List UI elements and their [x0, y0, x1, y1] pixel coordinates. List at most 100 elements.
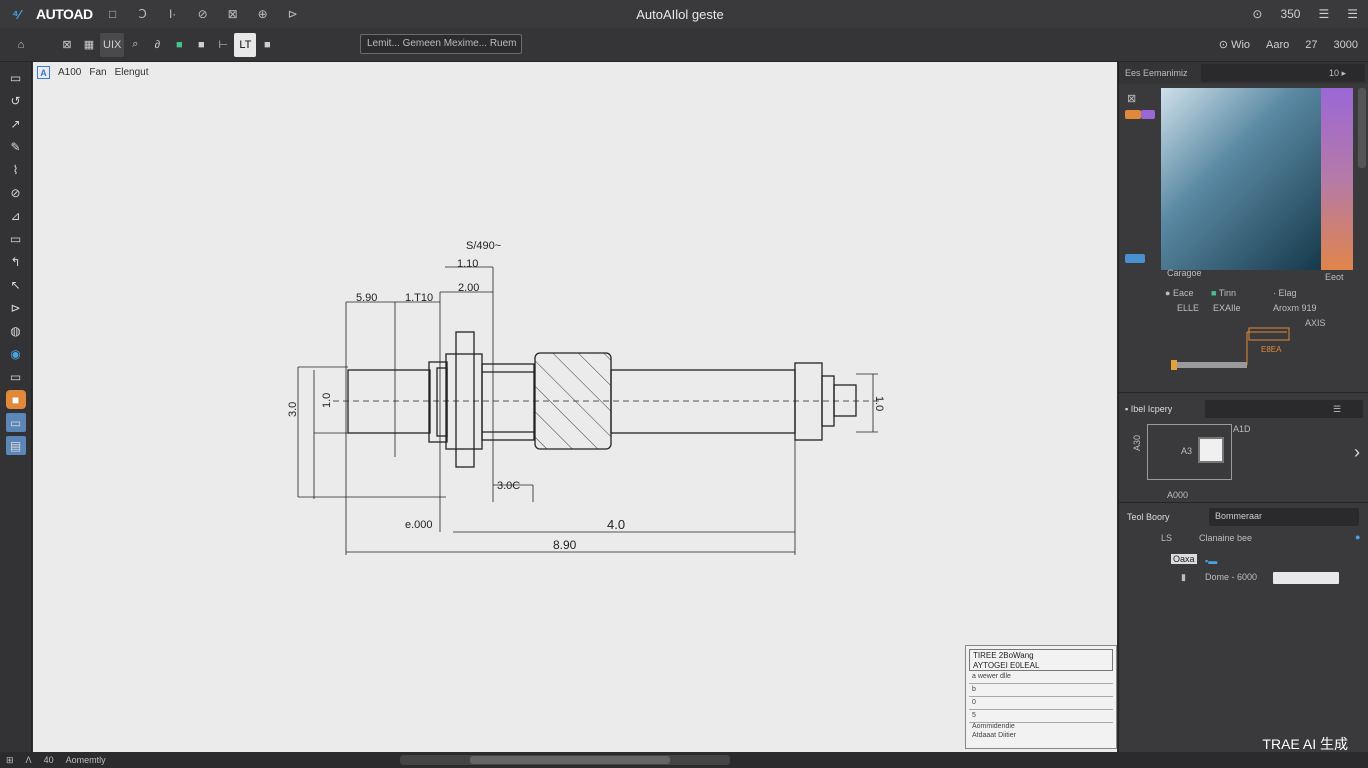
- dimension-tool-button[interactable]: ⊢: [212, 33, 234, 57]
- chevron-right-icon[interactable]: ›: [1354, 442, 1360, 463]
- tree-link-icon[interactable]: ▪▬: [1205, 556, 1217, 566]
- table-tool-icon[interactable]: ▤: [5, 436, 26, 455]
- trim-tool-icon[interactable]: ⊘: [6, 183, 26, 202]
- help-icon[interactable]: ⊙: [1252, 7, 1262, 21]
- quick-access-toolbar: □ Ↄ I· ⊘ ⊠ ⊕ ⊳: [105, 7, 301, 21]
- drawing-canvas[interactable]: A A100 Fan Elengut S/490~ 1.10 5.90 1.T1…: [33, 62, 1117, 752]
- pointer-tool-icon[interactable]: ↖: [6, 275, 26, 294]
- status-mode[interactable]: Aomemtly: [66, 755, 106, 765]
- radio-option-2-label: Tinn: [1218, 288, 1236, 298]
- left-tool-palette: ▭ ↺ ↗ ✎ ⌇ ⊘ ⊿ ▭ ↰ ↖ ⊳ ◍ ◉ ▭ ■ ▭ ▤: [0, 62, 32, 752]
- paint-bucket-icon[interactable]: ◉: [6, 344, 26, 363]
- title-bar: ⁴⁄ AUTOAD □ Ↄ I· ⊘ ⊠ ⊕ ⊳ AutoAIlol geste…: [0, 0, 1368, 28]
- section2-menu-icon[interactable]: ☰: [1333, 404, 1341, 415]
- tree-item-slider[interactable]: [1273, 572, 1339, 584]
- arc-tool-icon[interactable]: ↺: [6, 91, 26, 110]
- rectangle-tool-icon[interactable]: ▭: [6, 229, 26, 248]
- autocad-logo-icon: ⁴⁄: [12, 7, 21, 22]
- dim-text-top-note: S/490~: [466, 240, 501, 252]
- angle-tool-icon[interactable]: ⊿: [6, 206, 26, 225]
- radio-option-1-label: Eace: [1172, 288, 1194, 298]
- scale-value[interactable]: 27: [1305, 39, 1317, 51]
- zoom-readout[interactable]: 350: [1280, 7, 1300, 21]
- radio-option-1[interactable]: ● Eace: [1165, 288, 1193, 298]
- status-value[interactable]: 40: [44, 755, 54, 765]
- qat-new-icon[interactable]: □: [105, 7, 121, 21]
- orange-swatch[interactable]: [1125, 110, 1141, 119]
- uix-tool-button[interactable]: UIX: [100, 32, 125, 57]
- layout-tool-icon[interactable]: ▭: [5, 413, 26, 432]
- axis-note: AXIS: [1305, 318, 1326, 328]
- linetype-tool-button[interactable]: LT: [234, 32, 257, 57]
- polygon-tool-icon[interactable]: ⊳: [6, 298, 26, 317]
- aero-toggle[interactable]: Aaro: [1266, 39, 1289, 51]
- hatched-block: [534, 352, 612, 450]
- home-tool-button[interactable]: ⌂: [10, 33, 32, 57]
- palette-icon[interactable]: ⊠: [1127, 92, 1136, 105]
- radio-option-3[interactable]: · Elag: [1273, 288, 1297, 298]
- dim-text-bottom-total: 8.90: [553, 538, 577, 552]
- radio-option-2[interactable]: ■ Tinn: [1211, 288, 1236, 298]
- pencil-tool-icon[interactable]: ✎: [6, 137, 26, 156]
- title-block-row: b: [969, 684, 1113, 697]
- hue-strip[interactable]: [1321, 88, 1353, 270]
- qat-redo-icon[interactable]: I·: [165, 7, 181, 21]
- blue-swatch[interactable]: [1125, 254, 1145, 263]
- layer-tool-button[interactable]: ⊠: [56, 33, 78, 57]
- line-tool-icon[interactable]: ↗: [6, 114, 26, 133]
- qat-undo-icon[interactable]: Ↄ: [135, 7, 151, 21]
- block-preview-inner: [1198, 437, 1224, 463]
- snap-toggle[interactable]: Ʌ: [26, 755, 32, 765]
- status-bar: ⊞ Ʌ 40 Aomemtly: [0, 752, 1368, 768]
- tree-item-2[interactable]: Dome - 6000: [1205, 572, 1257, 582]
- view-toggle[interactable]: ⊙ Wio: [1219, 38, 1250, 51]
- block-tool-button[interactable]: ■: [190, 33, 212, 57]
- model-space-icon[interactable]: ⊞: [6, 755, 14, 766]
- qat-save-icon[interactable]: ⊠: [225, 7, 241, 21]
- mini-part-preview[interactable]: E8EA: [1165, 326, 1295, 376]
- dim-text-callout: 3.0C: [497, 480, 520, 492]
- print-tool-button[interactable]: ■: [256, 33, 278, 57]
- title-block-row: Atdaaat Diitier: [972, 732, 1016, 739]
- qat-share-icon[interactable]: ⊳: [285, 7, 301, 21]
- hatch-tool-icon[interactable]: ◍: [6, 321, 26, 340]
- dim-text-left-h: 3.0: [287, 402, 299, 417]
- section3-field[interactable]: Bommeraar: [1209, 508, 1359, 526]
- dim-text-d2: 5.90: [356, 292, 377, 304]
- toolbar-right: ⊙ Wio Aaro 27 3000: [1219, 38, 1358, 52]
- app-brand-label: AUTOAD: [36, 6, 93, 22]
- watermark-text: TRAE AI 生成: [1262, 736, 1348, 752]
- purple-swatch[interactable]: [1141, 110, 1155, 119]
- horizontal-scrollbar[interactable]: [400, 755, 730, 765]
- section3-sub-right: Clanaine bee: [1199, 533, 1253, 543]
- zoom-value[interactable]: 3000: [1334, 39, 1358, 51]
- select-window-icon[interactable]: ▭: [6, 68, 26, 87]
- menu-icon[interactable]: ☰: [1318, 7, 1329, 21]
- panel-scrollbar[interactable]: [1358, 88, 1366, 168]
- monitor-tool-icon[interactable]: ▭: [6, 367, 26, 386]
- grid-tool-button[interactable]: ▦: [78, 33, 100, 57]
- title-block[interactable]: TIREE 2BoWang AYTOGEI E0LEAL a wewer dll…: [965, 645, 1117, 749]
- horizontal-scroll-thumb[interactable]: [470, 756, 670, 764]
- color-picker-gradient[interactable]: [1161, 88, 1321, 270]
- spline-tool-icon[interactable]: ⌇: [6, 160, 26, 179]
- shaft-drawing[interactable]: S/490~ 1.10 5.90 1.T10 2.00 3.0 1.0 1.0 …: [33, 62, 1117, 752]
- search-tool-button[interactable]: ⌕: [124, 33, 146, 57]
- dim-text-bottom-left: e.000: [405, 519, 433, 531]
- app-brand[interactable]: ⁴⁄ AUTOAD: [0, 6, 93, 22]
- qat-open-icon[interactable]: ⊘: [195, 7, 211, 21]
- sub-item-3: Aroxm 919: [1273, 303, 1317, 313]
- material-tool-icon[interactable]: ■: [5, 390, 26, 409]
- flange: [445, 353, 483, 450]
- info-icon[interactable]: ●: [1355, 532, 1360, 542]
- curve-tool-button[interactable]: ∂: [146, 33, 168, 57]
- settings-menu-icon[interactable]: ☰: [1347, 7, 1358, 21]
- qat-print-icon[interactable]: ⊕: [255, 7, 271, 21]
- fill-tool-button[interactable]: ■: [168, 33, 190, 57]
- rotate-tool-icon[interactable]: ↰: [6, 252, 26, 271]
- panel-header-right[interactable]: 10 ▸: [1329, 68, 1346, 79]
- command-input[interactable]: Lemit... Gemeen Mexime... Ruem: [360, 34, 522, 54]
- tree-item-1[interactable]: Oaxa: [1171, 554, 1197, 564]
- dim-text-d1: 1.10: [457, 258, 478, 270]
- tree-folder-icon[interactable]: ▮: [1181, 572, 1186, 583]
